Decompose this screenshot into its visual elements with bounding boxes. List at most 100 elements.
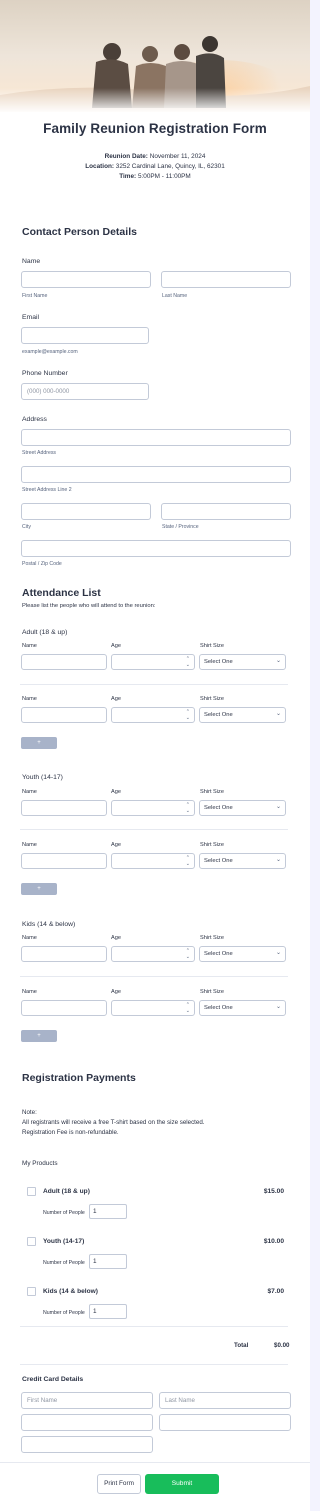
product-price: $7.00	[267, 1288, 284, 1295]
payments-section-title: Registration Payments	[22, 1072, 136, 1084]
adult-row2-age-label: Age	[111, 696, 121, 702]
age-spinner-icon[interactable]: ⌃ ⌄	[186, 709, 190, 721]
street-address-2-input[interactable]	[21, 466, 291, 483]
kids-row1-name-label: Name	[22, 935, 37, 941]
state-input[interactable]	[161, 503, 291, 520]
products-divider	[20, 1326, 288, 1327]
product-checkbox[interactable]	[27, 1187, 36, 1196]
quantity-label: Number of People	[43, 1310, 85, 1316]
youth-row1-name-input[interactable]	[21, 800, 107, 816]
city-input[interactable]	[21, 503, 151, 520]
last-name-sublabel: Last Name	[162, 293, 188, 299]
row-divider	[20, 976, 288, 977]
submit-button[interactable]: Submit	[145, 1474, 219, 1494]
phone-label: Phone Number	[22, 370, 68, 377]
adult-row2-age-input[interactable]: ⌃ ⌄	[111, 707, 195, 723]
youth-row2-name-input[interactable]	[21, 853, 107, 869]
product-price: $15.00	[263, 1188, 284, 1195]
phone-input[interactable]: (000) 000-0000	[21, 383, 149, 400]
quantity-input[interactable]: 1	[89, 1204, 127, 1219]
youth-row1-shirt-select[interactable]: Select One ⌄	[199, 800, 286, 816]
adult-row1-shirt-label: Shirt Size	[200, 643, 224, 649]
adult-row2-name-label: Name	[22, 696, 37, 702]
total-value: $0.00	[274, 1342, 290, 1349]
kids-row1-shirt-select[interactable]: Select One ⌄	[199, 946, 286, 962]
quantity-label: Number of People	[43, 1260, 85, 1266]
youth-row2-shirt-select[interactable]: Select One ⌄	[199, 853, 286, 869]
youth-row1-shirt-label: Shirt Size	[200, 789, 224, 795]
adult-row2-name-input[interactable]	[21, 707, 107, 723]
form-title: Family Reunion Registration Form	[43, 121, 267, 136]
age-spinner-icon[interactable]: ⌃ ⌄	[186, 802, 190, 814]
kids-row2-shirt-select[interactable]: Select One ⌄	[199, 1000, 286, 1016]
chevron-down-icon: ⌄	[275, 1004, 281, 1010]
street-address-input[interactable]	[21, 429, 291, 446]
youth-row2-age-input[interactable]: ⌃ ⌄	[111, 853, 195, 869]
product-price: $10.00	[263, 1238, 284, 1245]
quantity-input[interactable]: 1	[89, 1254, 127, 1269]
kids-add-row-button[interactable]: +	[21, 1030, 57, 1042]
zip-sublabel: Postal / Zip Code	[22, 561, 62, 567]
kids-row2-shirt-label: Shirt Size	[200, 989, 224, 995]
product-name: Kids (14 & below)	[43, 1288, 98, 1295]
age-spinner-icon[interactable]: ⌃ ⌄	[186, 1002, 190, 1014]
cc-first-name-input[interactable]: First Name	[21, 1392, 153, 1409]
chevron-down-icon: ⌄	[275, 804, 281, 810]
event-date: Reunion Date: November 11, 2024	[104, 153, 206, 160]
adult-row1-age-label: Age	[111, 643, 121, 649]
hero-fade	[0, 88, 310, 112]
email-input[interactable]	[21, 327, 149, 344]
youth-row1-name-label: Name	[22, 789, 37, 795]
cc-last-name-input[interactable]: Last Name	[159, 1392, 291, 1409]
last-name-input[interactable]	[161, 271, 291, 288]
adult-row1-shirt-select[interactable]: Select One ⌄	[199, 654, 286, 670]
kids-row1-shirt-label: Shirt Size	[200, 935, 224, 941]
age-spinner-icon[interactable]: ⌃ ⌄	[186, 948, 190, 960]
youth-group-title: Youth (14-17)	[22, 774, 63, 781]
state-sublabel: State / Province	[162, 524, 199, 530]
city-sublabel: City	[22, 524, 31, 530]
adult-group-title: Adult (18 & up)	[22, 629, 68, 636]
footer-divider	[0, 1462, 310, 1463]
kids-row2-name-label: Name	[22, 989, 37, 995]
attendance-description: Please list the people who will attend t…	[22, 603, 156, 609]
print-form-button[interactable]: Print Form	[97, 1474, 141, 1494]
event-time: Time: 5:00PM - 11:00PM	[119, 173, 191, 180]
chevron-down-icon: ⌄	[275, 711, 281, 717]
adult-row1-name-input[interactable]	[21, 654, 107, 670]
adult-add-row-button[interactable]: +	[21, 737, 57, 749]
youth-add-row-button[interactable]: +	[21, 883, 57, 895]
kids-row2-name-input[interactable]	[21, 1000, 107, 1016]
name-label: Name	[22, 258, 41, 265]
product-checkbox[interactable]	[27, 1237, 36, 1246]
cc-cvv-input[interactable]	[159, 1414, 291, 1431]
quantity-input[interactable]: 1	[89, 1304, 127, 1319]
kids-row1-age-input[interactable]: ⌃ ⌄	[111, 946, 195, 962]
attendance-section-title: Attendance List	[22, 587, 101, 599]
zip-input[interactable]	[21, 540, 291, 557]
age-spinner-icon[interactable]: ⌃ ⌄	[186, 855, 190, 867]
kids-row1-age-label: Age	[111, 935, 121, 941]
youth-row1-age-input[interactable]: ⌃ ⌄	[111, 800, 195, 816]
row-divider	[20, 829, 288, 830]
note-tshirt: All registrants will receive a free T-sh…	[22, 1119, 205, 1126]
adult-row2-shirt-select[interactable]: Select One ⌄	[199, 707, 286, 723]
youth-row2-age-label: Age	[111, 842, 121, 848]
product-checkbox[interactable]	[27, 1287, 36, 1296]
first-name-input[interactable]	[21, 271, 151, 288]
kids-row2-age-input[interactable]: ⌃ ⌄	[111, 1000, 195, 1016]
note-refund: Registration Fee is non-refundable.	[22, 1129, 119, 1136]
age-spinner-icon[interactable]: ⌃ ⌄	[186, 656, 190, 668]
adult-row1-age-input[interactable]: ⌃ ⌄	[111, 654, 195, 670]
cc-number-input[interactable]	[21, 1414, 153, 1431]
adult-row2-shirt-label: Shirt Size	[200, 696, 224, 702]
kids-row1-name-input[interactable]	[21, 946, 107, 962]
product-name: Adult (18 & up)	[43, 1188, 90, 1195]
total-label: Total	[234, 1342, 249, 1349]
total-divider	[20, 1364, 288, 1365]
adult-row1-name-label: Name	[22, 643, 37, 649]
youth-row2-name-label: Name	[22, 842, 37, 848]
email-label: Email	[22, 314, 39, 321]
cc-expiry-input[interactable]	[21, 1436, 153, 1453]
chevron-down-icon: ⌄	[275, 950, 281, 956]
